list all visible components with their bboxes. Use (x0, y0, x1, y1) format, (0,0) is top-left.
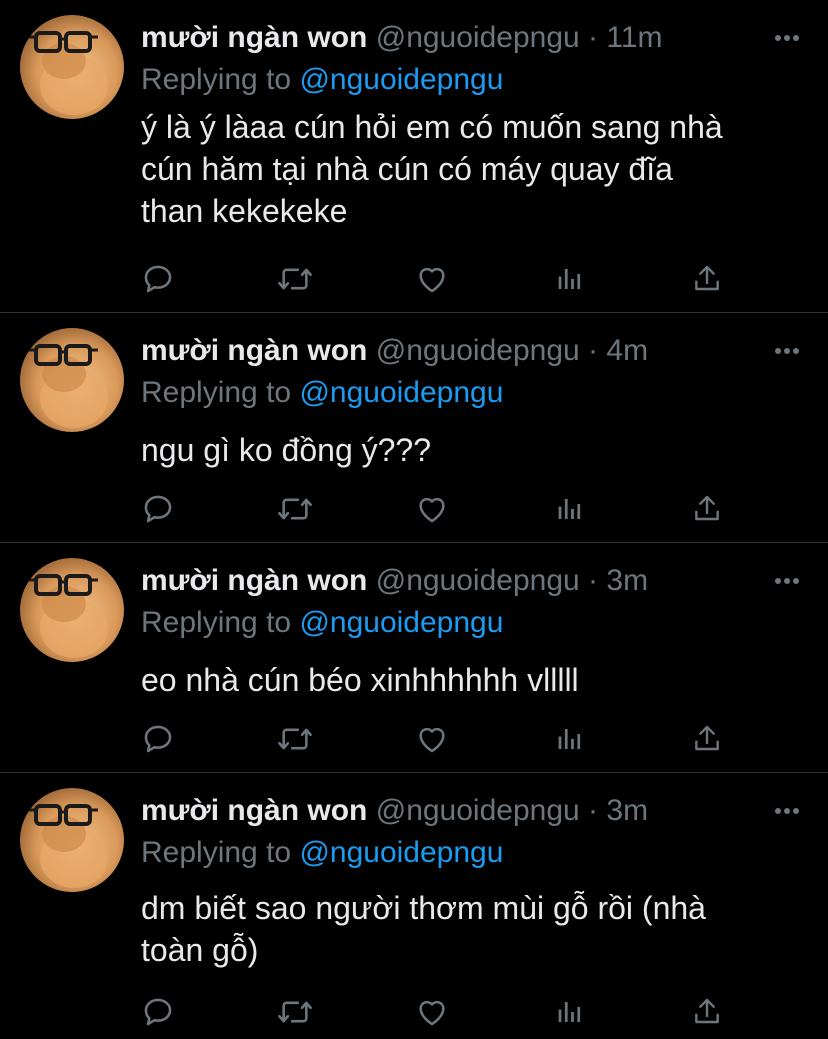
tweet-header: mười ngàn won @nguoidepngu · 4m (141, 331, 648, 371)
tweet-header: mười ngàn won @nguoidepngu · 3m (141, 561, 648, 601)
timestamp[interactable]: 11m (606, 21, 662, 54)
more-options-icon[interactable] (774, 34, 800, 42)
analytics-button[interactable] (550, 489, 590, 529)
reply-context: Replying to @nguoidepngu (141, 603, 503, 643)
share-button[interactable] (687, 259, 727, 299)
display-name[interactable]: mười ngàn won (141, 21, 367, 54)
separator-dot: · (588, 334, 599, 367)
avatar[interactable] (20, 788, 124, 892)
reply-target-link[interactable]: @nguoidepngu (299, 606, 503, 639)
action-bar (0, 259, 828, 299)
retweet-icon (278, 498, 312, 520)
analytics-icon (558, 269, 581, 289)
retweet-icon (278, 1001, 312, 1023)
reply-icon (144, 495, 172, 523)
more-options-icon[interactable] (774, 347, 800, 355)
reply-target-link[interactable]: @nguoidepngu (299, 63, 503, 96)
more-options-icon[interactable] (774, 807, 800, 815)
display-name[interactable]: mười ngàn won (141, 564, 367, 597)
tweet[interactable]: mười ngàn won @nguoidepngu · 11m Replyin… (0, 0, 828, 313)
tweet-text: ngu gì ko đồng ý??? (141, 432, 432, 468)
like-icon (419, 267, 445, 293)
reply-target-link[interactable]: @nguoidepngu (299, 836, 503, 869)
like-button[interactable] (412, 489, 452, 529)
tweet-header: mười ngàn won @nguoidepngu · 3m (141, 791, 648, 831)
share-button[interactable] (687, 992, 727, 1032)
analytics-icon (558, 729, 581, 749)
more-options-icon[interactable] (774, 577, 800, 585)
retweet-button[interactable] (275, 259, 315, 299)
replying-to-label: Replying to (141, 836, 292, 869)
analytics-icon (558, 499, 581, 519)
user-handle[interactable]: @nguoidepngu (376, 564, 580, 597)
timestamp[interactable]: 3m (606, 564, 648, 597)
analytics-icon (558, 1002, 581, 1022)
share-button[interactable] (687, 489, 727, 529)
reply-context: Replying to @nguoidepngu (141, 60, 503, 100)
action-bar (0, 992, 828, 1032)
tweet[interactable]: mười ngàn won @nguoidepngu · 4m Replying… (0, 313, 828, 543)
like-button[interactable] (412, 719, 452, 759)
tweet-text: ý là ý làaa cún hỏi em có muốn sang nhà … (141, 109, 723, 229)
avatar[interactable] (20, 328, 124, 432)
separator-dot: · (588, 21, 599, 54)
retweet-button[interactable] (275, 992, 315, 1032)
avatar[interactable] (20, 558, 124, 662)
timestamp[interactable]: 4m (606, 334, 648, 367)
separator-dot: · (588, 794, 599, 827)
tweet-text: dm biết sao người thơm mùi gỗ rồi (nhà t… (141, 890, 706, 968)
action-bar (0, 489, 828, 529)
retweet-button[interactable] (275, 719, 315, 759)
retweet-icon (278, 728, 312, 750)
action-bar (0, 719, 828, 759)
replying-to-label: Replying to (141, 376, 292, 409)
reply-button[interactable] (138, 992, 178, 1032)
retweet-button[interactable] (275, 489, 315, 529)
reply-context: Replying to @nguoidepngu (141, 373, 503, 413)
user-handle[interactable]: @nguoidepngu (376, 794, 580, 827)
timestamp[interactable]: 3m (606, 794, 648, 827)
replying-to-label: Replying to (141, 606, 292, 639)
share-icon (695, 265, 719, 291)
reply-context: Replying to @nguoidepngu (141, 833, 503, 873)
like-button[interactable] (412, 259, 452, 299)
replying-to-label: Replying to (141, 63, 292, 96)
share-button[interactable] (687, 719, 727, 759)
share-icon (695, 495, 719, 521)
analytics-button[interactable] (550, 259, 590, 299)
reply-target-link[interactable]: @nguoidepngu (299, 376, 503, 409)
like-icon (419, 727, 445, 753)
like-icon (419, 497, 445, 523)
user-handle[interactable]: @nguoidepngu (376, 21, 580, 54)
reply-icon (144, 725, 172, 753)
tweet-text: eo nhà cún béo xinhhhhhh vlllll (141, 662, 579, 698)
retweet-icon (278, 268, 312, 290)
share-icon (695, 998, 719, 1024)
analytics-button[interactable] (550, 992, 590, 1032)
like-icon (419, 1000, 445, 1026)
reply-button[interactable] (138, 719, 178, 759)
user-handle[interactable]: @nguoidepngu (376, 334, 580, 367)
display-name[interactable]: mười ngàn won (141, 334, 367, 367)
reply-button[interactable] (138, 489, 178, 529)
display-name[interactable]: mười ngàn won (141, 794, 367, 827)
reply-button[interactable] (138, 259, 178, 299)
share-icon (695, 725, 719, 751)
reply-icon (144, 998, 172, 1026)
separator-dot: · (588, 564, 599, 597)
tweet-header: mười ngàn won @nguoidepngu · 11m (141, 18, 663, 58)
analytics-button[interactable] (550, 719, 590, 759)
tweet[interactable]: mười ngàn won @nguoidepngu · 3m Replying… (0, 543, 828, 773)
tweet[interactable]: mười ngàn won @nguoidepngu · 3m Replying… (0, 773, 828, 1039)
reply-icon (144, 265, 172, 293)
like-button[interactable] (412, 992, 452, 1032)
avatar[interactable] (20, 15, 124, 119)
